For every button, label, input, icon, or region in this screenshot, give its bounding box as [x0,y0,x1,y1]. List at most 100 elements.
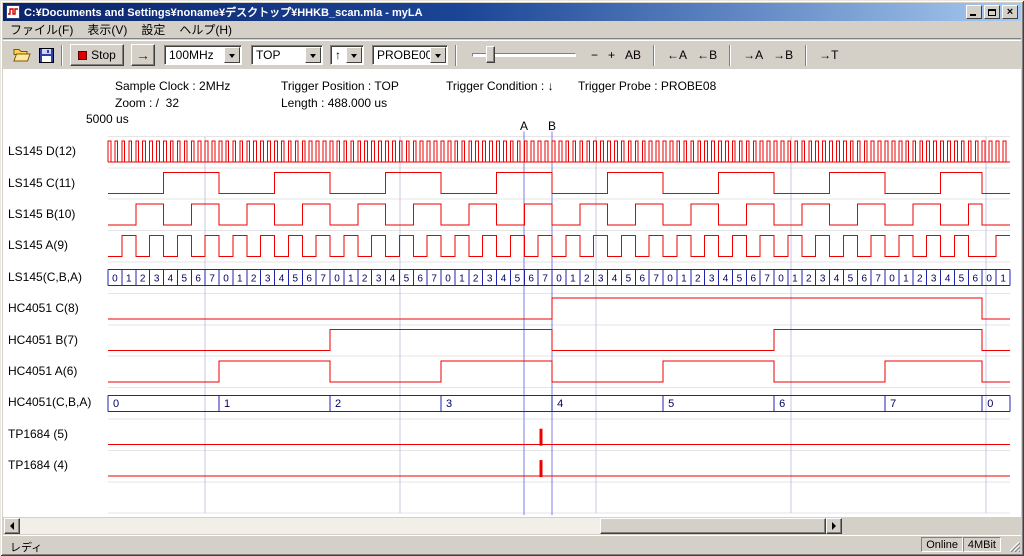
bus-value: 1 [1000,274,1006,285]
waveform-plot[interactable]: 0123456701234567012345670123456701234567… [0,0,1024,556]
bus-value: 2 [584,274,590,285]
bus-value: 3 [446,398,452,410]
pulse-mark [540,460,543,477]
channel-trace-5 [108,298,1010,319]
bus-value: 5 [848,274,854,285]
resize-grip[interactable] [1008,540,1020,552]
bus-value: 7 [542,274,548,285]
bus-value: 4 [557,398,563,410]
bus-value: 7 [320,274,326,285]
bus-value: 0 [445,274,451,285]
bus-value: 7 [209,274,215,285]
bus-value: 3 [709,274,715,285]
bus-value: 0 [667,274,673,285]
bus-value: 2 [362,274,368,285]
bus-value: 7 [431,274,437,285]
bus-value: 3 [487,274,493,285]
bus-value: 1 [126,274,132,285]
channel-trace-0 [108,141,1010,162]
bus-value: 2 [473,274,479,285]
bus-value: 5 [404,274,410,285]
bus-value: 6 [779,398,785,410]
bus-value: 6 [973,274,979,285]
bus-value: 5 [515,274,521,285]
scroll-left-button[interactable] [4,518,20,534]
bus-value: 4 [834,274,840,285]
bus-value: 5 [293,274,299,285]
bus-value: 3 [154,274,160,285]
bus-value: 2 [140,274,146,285]
bus-value: 1 [903,274,909,285]
bus-value: 1 [237,274,243,285]
bus-value: 2 [335,398,341,410]
bus-value: 4 [390,274,396,285]
bus-value: 4 [612,274,618,285]
channel-trace-8: 0 1 2 3 4 5 6 7 0 [108,395,1010,411]
bus-value: 4 [723,274,729,285]
bus-value: 4 [501,274,507,285]
bus-value: 0 [556,274,562,285]
bus-value: 6 [751,274,757,285]
bus-value: 4 [168,274,174,285]
bus-value: 1 [570,274,576,285]
channel-trace-9 [108,429,1010,446]
bus-value: 0 [986,274,992,285]
bus-value: 4 [279,274,285,285]
bus-value: 7 [653,274,659,285]
bus-value: 7 [890,398,896,410]
bus-value: 0 [113,398,119,410]
bus-value: 0 [987,398,993,410]
bus-value: 2 [917,274,923,285]
bus-value: 3 [376,274,382,285]
statusbar: レディ Online 4MBit [3,535,1021,553]
bus-value: 0 [778,274,784,285]
bus-value: 6 [862,274,868,285]
status-online: Online [921,537,963,552]
channel-trace-6 [108,330,1010,351]
bus-value: 3 [598,274,604,285]
bus-value: 6 [640,274,646,285]
bus-value: 3 [820,274,826,285]
channel-trace-4: 0123456701234567012345670123456701234567… [108,270,1010,286]
bus-value: 7 [875,274,881,285]
horizontal-scrollbar[interactable] [4,518,842,534]
bus-value: 5 [668,398,674,410]
scroll-track[interactable] [20,518,826,534]
channel-trace-10 [108,460,1010,477]
bus-value: 0 [889,274,895,285]
bus-value: 4 [945,274,951,285]
app-window: C:¥Documents and Settings¥noname¥デスクトップ¥… [0,0,1024,556]
bus-value: 3 [265,274,271,285]
bus-value: 2 [806,274,812,285]
right-arrow-icon [832,522,840,530]
bus-value: 1 [348,274,354,285]
bus-value: 6 [528,274,534,285]
bus-value: 1 [792,274,798,285]
bus-value: 5 [959,274,965,285]
bus-value: 5 [737,274,743,285]
bus-value: 1 [459,274,465,285]
bus-value: 0 [112,274,118,285]
status-ready: レディ [10,539,42,555]
bottom-strip [3,517,1021,535]
bus-value: 2 [251,274,257,285]
bus-value: 2 [695,274,701,285]
bus-value: 0 [334,274,340,285]
scroll-right-button[interactable] [826,518,842,534]
channel-trace-1 [108,173,1010,194]
left-arrow-icon [6,522,14,530]
bus-value: 1 [224,398,230,410]
bus-value: 6 [306,274,312,285]
bus-value: 6 [417,274,423,285]
bus-value: 3 [931,274,937,285]
status-memory: 4MBit [963,537,1001,552]
scroll-thumb[interactable] [600,518,826,534]
bus-value: 1 [681,274,687,285]
pulse-mark [540,429,543,446]
bus-value: 6 [195,274,201,285]
bus-value: 5 [182,274,188,285]
channel-trace-2 [108,204,1010,225]
bus-value: 5 [626,274,632,285]
bus-value: 7 [764,274,770,285]
bus-value: 0 [223,274,229,285]
